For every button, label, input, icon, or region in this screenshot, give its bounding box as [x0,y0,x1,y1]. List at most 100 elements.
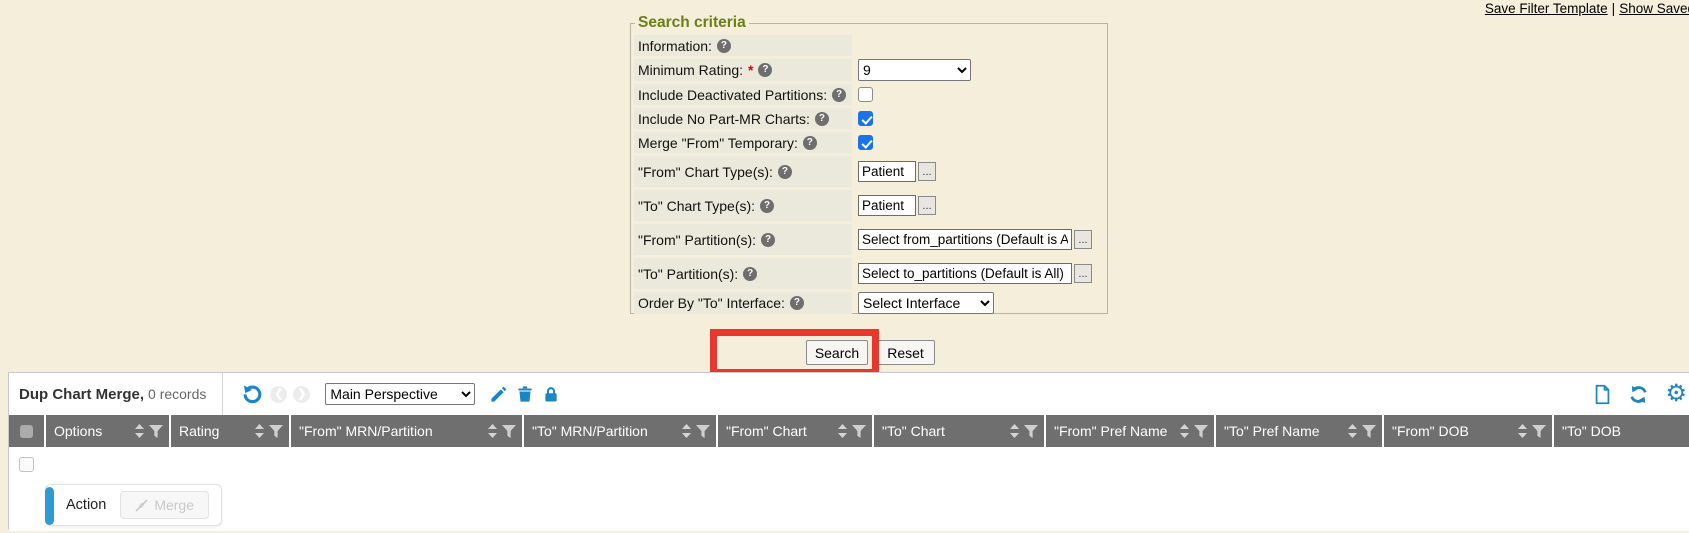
from-chart-types-label: "From" Chart Type(s): [638,164,773,180]
to-chart-types-input[interactable] [858,195,916,216]
filter-icon[interactable] [1024,425,1038,438]
to-partitions-browse-button[interactable]: ... [1074,264,1092,283]
help-icon[interactable]: ? [803,136,817,150]
show-saved-link[interactable]: Show Saved [1619,1,1689,16]
link-divider: | [1612,1,1616,16]
select-all-checkbox[interactable] [9,415,46,447]
grid-body: Action Merge [9,447,1689,531]
required-asterisk: * [748,62,753,78]
sort-icon[interactable] [838,424,847,438]
help-icon[interactable]: ? [815,112,829,126]
row-to-partitions: "To" Partition(s):? ... [634,258,1104,289]
from-chart-types-browse-button[interactable]: ... [918,162,936,181]
row-checkbox[interactable] [19,457,34,472]
from-chart-types-input[interactable] [858,161,916,182]
column-header-from-chart[interactable]: "From" Chart [718,415,874,447]
grid-title: Dup Chart Merge, [19,386,144,403]
minimum-rating-label: Minimum Rating: [638,62,743,78]
help-icon[interactable]: ? [717,39,731,53]
row-include-deactivated: Include Deactivated Partitions:? [634,84,1104,105]
column-header-to-chart[interactable]: "To" Chart [874,415,1046,447]
sort-icon[interactable] [1348,424,1357,438]
row-information: Information:? [634,35,1104,56]
column-header-to-dob[interactable]: "To" DOB [1554,415,1689,447]
row-include-no-part-mr: Include No Part-MR Charts:? [634,108,1104,129]
include-no-part-mr-checkbox[interactable] [858,111,873,126]
action-panel: Action Merge [45,484,222,526]
action-panel-accent-bar [45,487,54,525]
order-by-interface-label: Order By "To" Interface: [638,295,785,311]
grid-toolbar: Dup Chart Merge, 0 records ❮ ❯ Main Pers… [9,373,1689,415]
export-document-icon[interactable] [1593,384,1612,405]
include-deactivated-checkbox[interactable] [858,87,873,102]
sort-icon[interactable] [682,424,691,438]
help-icon[interactable]: ? [761,233,775,247]
to-partitions-input[interactable] [858,263,1072,284]
filter-icon[interactable] [1194,425,1208,438]
help-icon[interactable]: ? [790,296,804,310]
toolbar-divider [222,373,223,415]
save-filter-template-link[interactable]: Save Filter Template [1485,1,1608,16]
help-icon[interactable]: ? [832,88,846,102]
sort-icon[interactable] [488,424,497,438]
filter-icon[interactable] [852,425,866,438]
search-criteria-fieldset: Search criteria Information:? Minimum Ra… [630,14,1108,314]
sort-icon[interactable] [135,424,144,438]
column-header-to-pref-name[interactable]: "To" Pref Name [1216,415,1384,447]
help-icon[interactable]: ? [758,63,772,77]
toolbar-right-icons: ⚙ [1585,382,1679,406]
row-to-chart-types: "To" Chart Type(s):? ... [634,190,1104,221]
column-header-from-dob[interactable]: "From" DOB [1384,415,1554,447]
help-icon[interactable]: ? [760,199,774,213]
next-page-icon[interactable]: ❯ [293,386,310,403]
from-partitions-label: "From" Partition(s): [638,232,756,248]
help-icon[interactable]: ? [778,165,792,179]
from-partitions-input[interactable] [858,229,1072,250]
to-chart-types-browse-button[interactable]: ... [918,196,936,215]
column-header-from-mrn[interactable]: "From" MRN/Partition [291,415,524,447]
perspective-select[interactable]: Main Perspective [325,383,475,405]
column-header-options[interactable]: Options [46,415,171,447]
filter-icon[interactable] [149,425,163,438]
minimum-rating-select[interactable]: 9 [858,59,971,81]
delete-trash-icon[interactable] [516,385,534,404]
from-partitions-browse-button[interactable]: ... [1074,230,1092,249]
filter-icon[interactable] [696,425,710,438]
reset-button[interactable]: Reset [876,340,935,365]
merge-from-temporary-label: Merge "From" Temporary: [638,135,798,151]
merge-from-temporary-checkbox[interactable] [858,135,873,150]
sort-icon[interactable] [1518,424,1527,438]
to-partitions-label: "To" Partition(s): [638,266,738,282]
sort-icon[interactable] [1010,424,1019,438]
grid-header-row: Options Rating "From" MRN/Partition "To"… [9,415,1689,447]
include-no-part-mr-label: Include No Part-MR Charts: [638,111,810,127]
sort-icon[interactable] [255,424,264,438]
help-icon[interactable]: ? [743,267,757,281]
column-header-from-pref-name[interactable]: "From" Pref Name [1046,415,1216,447]
column-header-rating[interactable]: Rating [171,415,291,447]
undo-icon[interactable] [241,383,263,405]
lock-icon[interactable] [542,385,560,404]
edit-pencil-icon[interactable] [489,385,508,404]
merge-button[interactable]: Merge [120,491,209,519]
column-header-to-mrn[interactable]: "To" MRN/Partition [524,415,718,447]
row-minimum-rating: Minimum Rating: *? 9 [634,59,1104,81]
sort-icon[interactable] [1180,424,1189,438]
search-criteria-legend: Search criteria [635,14,749,32]
filter-icon[interactable] [1532,425,1546,438]
refresh-icon[interactable] [1628,384,1649,405]
row-order-by-interface: Order By "To" Interface:? Select Interfa… [634,292,1104,314]
filter-template-links: Save Filter Template |Show Saved [1485,1,1689,16]
merge-icon [135,499,148,512]
action-label: Action [66,497,106,513]
prev-page-icon[interactable]: ❮ [270,386,287,403]
filter-icon[interactable] [502,425,516,438]
order-by-interface-select[interactable]: Select Interface [858,292,994,314]
filter-icon[interactable] [1362,425,1376,438]
filter-icon[interactable] [269,425,283,438]
settings-gear-icon[interactable]: ⚙ [1665,382,1687,406]
row-from-chart-types: "From" Chart Type(s):? ... [634,156,1104,187]
information-label: Information: [638,38,712,54]
grid-record-count: 0 records [148,386,206,402]
search-button[interactable]: Search [806,340,868,365]
